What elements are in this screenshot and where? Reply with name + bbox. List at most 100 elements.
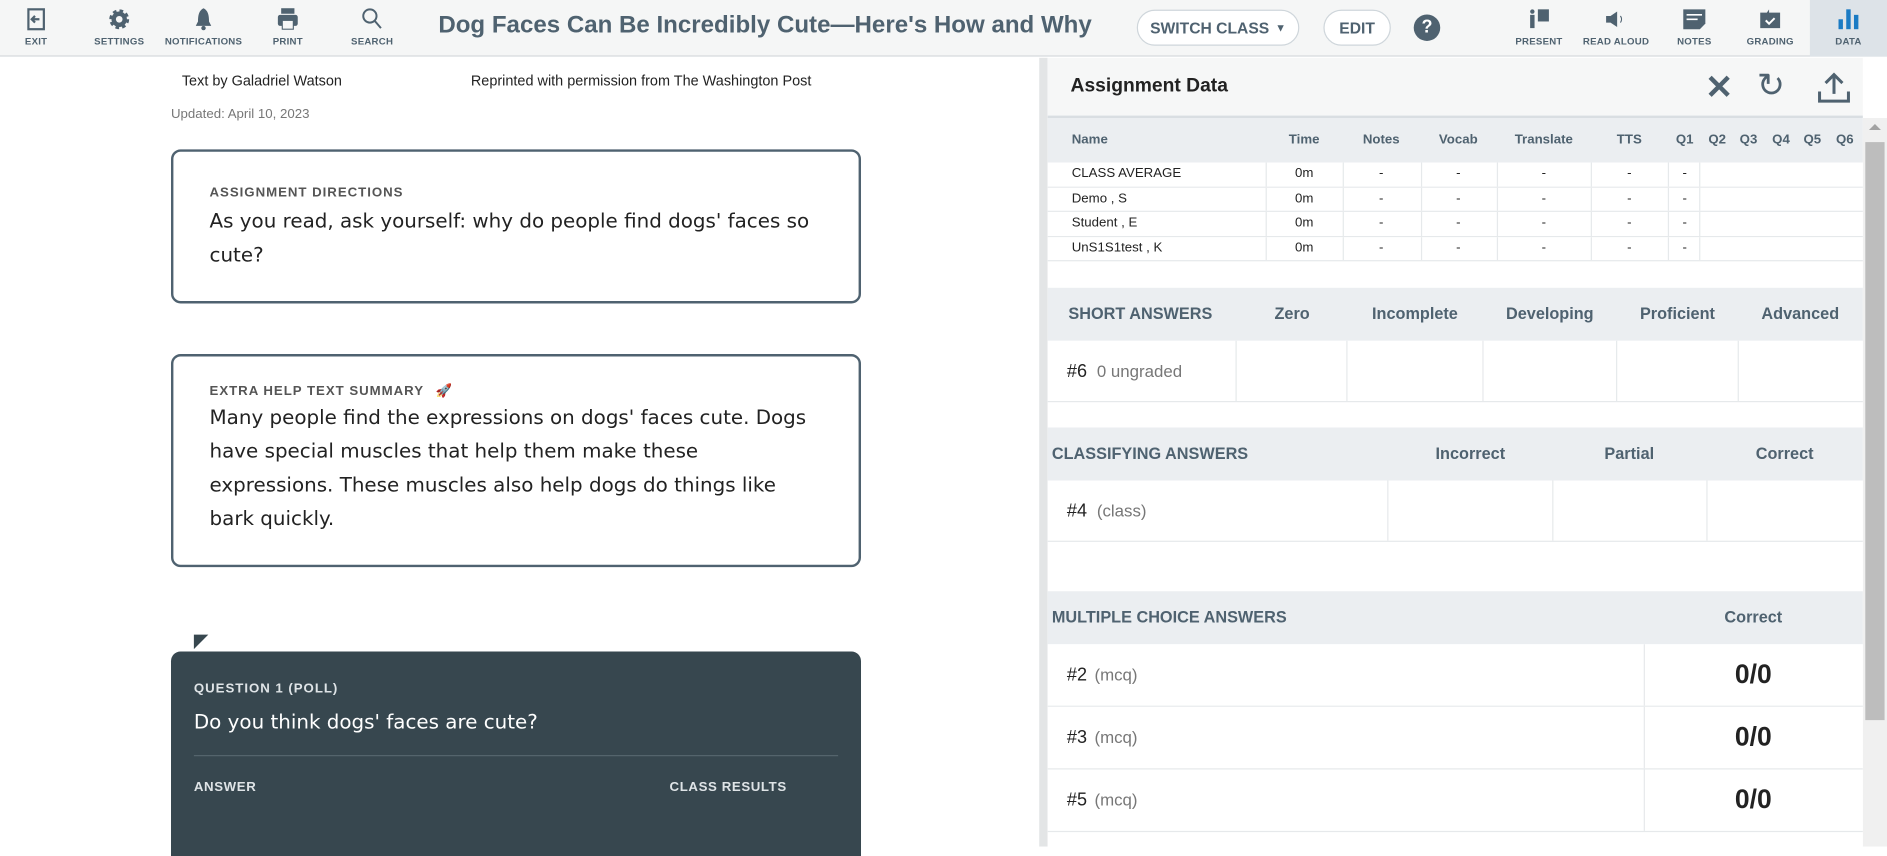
col-incorrect: Incorrect [1435,444,1506,463]
classifying-answers-header: CLASSIFYING ANSWERS Incorrect Partial Co… [1047,427,1863,481]
column-header-vocab[interactable]: Vocab [1439,132,1478,146]
help-button[interactable]: ? [1413,14,1441,41]
column-header-translate[interactable]: Translate [1515,132,1573,146]
column-header-q1[interactable]: Q1 [1676,132,1694,146]
col-zero: Zero [1274,304,1310,323]
edit-button[interactable]: EDIT [1323,9,1391,46]
multiple-choice-header: MULTIPLE CHOICE ANSWERS Correct [1047,591,1863,645]
grading-button[interactable]: GRADING [1728,0,1812,57]
student-name: Student , E [1071,215,1138,231]
scrollbar-thumb[interactable] [1865,142,1885,721]
notes-button[interactable]: NOTES [1652,0,1736,57]
col-correct: Correct [1755,444,1814,463]
question-sub: (class) [1096,500,1147,521]
scroll-up-arrow[interactable] [1868,124,1881,131]
column-header-notes[interactable]: Notes [1363,132,1400,146]
pane-divider[interactable] [1039,57,1048,847]
table-cell: - [1379,240,1384,255]
table-row[interactable]: Student , E 0m - - - - - [1047,211,1863,237]
column-header-q3[interactable]: Q3 [1740,132,1758,146]
bell-icon [195,8,212,31]
print-button[interactable]: PRINT [246,0,330,57]
notifications-button[interactable]: NOTIFICATIONS [161,0,245,57]
student-name: UnS1S1test , K [1071,240,1163,255]
updated-date: Updated: April 10, 2023 [170,107,310,122]
question-sub: (mcq) [1094,727,1138,747]
table-cell: - [1682,215,1687,231]
present-button[interactable]: PRESENT [1497,0,1581,57]
answer-header: ANSWER [193,780,257,795]
table-cell: - [1379,190,1384,206]
gear-icon [109,9,130,30]
mcq-row[interactable]: #2 (mcq) 0/0 [1047,644,1863,707]
panel-title: Assignment Data [1070,75,1228,97]
read-aloud-button[interactable]: READ ALOUD [1574,0,1658,57]
col-incomplete: Incomplete [1372,304,1458,323]
close-icon[interactable]: ✕ [1705,67,1733,107]
question-sub: 0 ungraded [1096,361,1183,381]
directions-heading: ASSIGNMENT DIRECTIONS [209,185,404,200]
settings-button[interactable]: SETTINGS [77,0,161,57]
mcq-row[interactable]: #5 (mcq) 0/0 [1047,769,1863,833]
column-header-time[interactable]: Time [1289,132,1320,146]
assignment-directions: ASSIGNMENT DIRECTIONS As you read, ask y… [170,149,862,304]
search-button[interactable]: SEARCH [330,0,414,57]
col-proficient: Proficient [1639,304,1715,323]
data-button[interactable]: DATA [1809,0,1887,57]
bar-chart-icon [1838,9,1859,30]
classifying-answer-row[interactable]: #4 (class) [1047,480,1863,542]
panel-header: Assignment Data ✕ ↻ [1047,57,1863,119]
question-number: #5 [1066,789,1088,811]
section-title: MULTIPLE CHOICE ANSWERS [1051,608,1287,627]
question-text: Do you think dogs' faces are cute? [193,710,839,757]
question-number: #4 [1066,500,1088,522]
top-toolbar: EXIT SETTINGS NOTIFICATIONS PRINT SEARCH… [0,0,1887,57]
table-cell: - [1379,215,1384,231]
switch-class-button[interactable]: SWITCH CLASS ▼ [1136,9,1300,46]
extra-help-summary: EXTRA HELP TEXT SUMMARY 🚀 Many people fi… [170,354,862,568]
table-cell: - [1456,240,1461,255]
article-pane: Text by Galadriel Watson Reprinted with … [0,57,1040,856]
grading-icon [1760,9,1781,29]
table-header: Name Time Notes Vocab Translate TTS Q1 Q2 Q3 Q4 Q5… [1047,118,1863,163]
table-row[interactable]: CLASS AVERAGE 0m - - - - - [1047,162,1863,188]
mcq-row[interactable]: #3 (mcq) 0/0 [1047,706,1863,770]
column-header-q2[interactable]: Q2 [1708,132,1726,146]
table-cell: - [1627,240,1632,255]
column-header-q4[interactable]: Q4 [1772,132,1790,146]
notes-icon [1683,9,1706,30]
speaker-icon [1606,11,1623,27]
student-name: Demo , S [1071,190,1127,206]
table-cell: - [1379,166,1384,181]
table-row[interactable]: UnS1S1test , K 0m - - - - - [1047,236,1863,262]
table-row[interactable]: Demo , S 0m - - - - - [1047,187,1863,212]
question-sub: (mcq) [1094,664,1138,684]
question-number: #2 [1066,664,1088,686]
table-cell: 0m [1294,190,1314,206]
directions-text: As you read, ask yourself: why do people… [209,209,810,267]
panel-scrollbar[interactable] [1862,118,1887,847]
short-answer-row[interactable]: #6 0 ungraded [1047,340,1863,403]
table-cell: - [1627,190,1632,206]
column-header-tts[interactable]: TTS [1617,132,1642,146]
poll-question-card: QUESTION 1 (POLL) Do you think dogs' fac… [170,651,862,856]
table-cell: - [1456,166,1461,181]
table-cell: - [1541,166,1546,181]
pointer-triangle [193,634,209,650]
refresh-icon[interactable]: ↻ [1757,65,1785,105]
short-answers-header: SHORT ANSWERS Zero Incomplete Developing… [1047,287,1863,341]
column-header-q5[interactable]: Q5 [1803,132,1821,146]
correct-score: 0/0 [1734,658,1772,689]
column-header-name[interactable]: Name [1072,132,1108,146]
table-cell: - [1456,190,1461,206]
col-partial: Partial [1604,444,1655,463]
student-name: CLASS AVERAGE [1071,166,1182,181]
exit-button[interactable]: EXIT [0,0,78,57]
column-header-q6[interactable]: Q6 [1836,132,1854,146]
exit-icon [27,8,45,31]
table-cell: - [1541,190,1546,206]
table-cell: 0m [1294,215,1314,231]
caret-down-icon: ▼ [1275,21,1287,34]
export-upload-icon[interactable] [1817,72,1851,103]
table-cell: - [1627,215,1632,231]
